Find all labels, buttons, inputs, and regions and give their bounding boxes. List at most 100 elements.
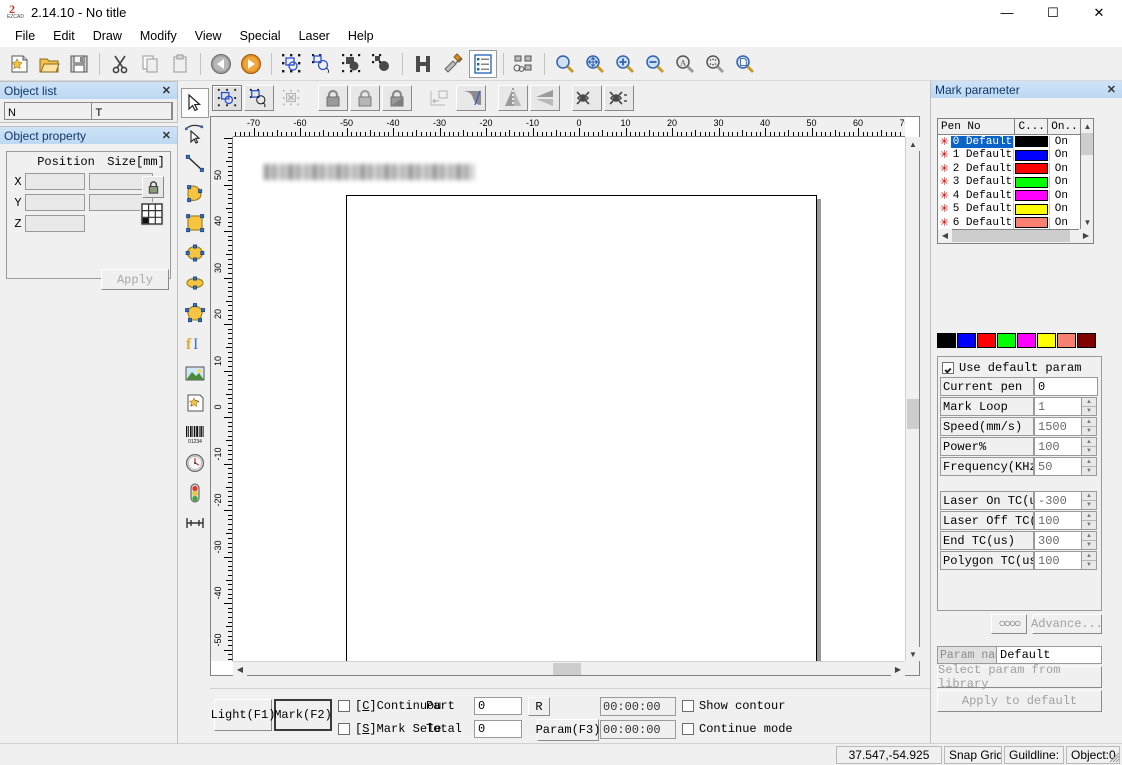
redo-icon[interactable] — [237, 50, 265, 78]
current-pen-input[interactable]: 0 — [1034, 377, 1098, 396]
object-list-close-icon[interactable]: ✕ — [160, 84, 173, 97]
pen-row-5[interactable]: ✳ 5 Default On — [938, 203, 1093, 217]
menu-item-file[interactable]: File — [6, 27, 44, 45]
position-x-input[interactable] — [25, 173, 85, 190]
palette-swatch-7[interactable] — [1077, 333, 1096, 348]
zoom-selected-icon[interactable] — [701, 50, 729, 78]
status-snap-grid[interactable]: Snap Grid — [944, 745, 1002, 764]
output-port-tool[interactable] — [181, 508, 209, 538]
menu-item-help[interactable]: Help — [339, 27, 383, 45]
pen-list-horizontal-scrollbar[interactable]: ◀ ▶ — [937, 229, 1094, 244]
scroll-left-icon[interactable]: ◀ — [233, 662, 247, 676]
pen-list[interactable]: Pen No C... On.. ✳ 0 Default On ✳ 1 Default O… — [937, 118, 1094, 230]
pen-mark-enabled-icon[interactable]: ✳ — [938, 217, 951, 229]
show-contour-row[interactable]: Show contour — [682, 699, 785, 713]
curve-tool[interactable] — [181, 178, 209, 208]
save-file-icon[interactable] — [65, 50, 93, 78]
mark-select-checkbox[interactable] — [338, 723, 350, 735]
continue-mode-checkbox[interactable] — [682, 723, 694, 735]
rectangle-tool[interactable] — [181, 208, 209, 238]
zoom-in-icon[interactable] — [611, 50, 639, 78]
redacted-text-object[interactable] — [264, 164, 474, 180]
pen-mark-enabled-icon[interactable]: ✳ — [938, 136, 951, 148]
scroll-right-icon[interactable]: ▶ — [891, 662, 905, 676]
pen-row-1[interactable]: ✳ 1 Default On — [938, 149, 1093, 163]
mark-parameter-close-icon[interactable]: ✕ — [1105, 83, 1118, 96]
mirror-horizontal-icon[interactable] — [530, 85, 560, 111]
pen-scroll-down-icon[interactable]: ▼ — [1081, 215, 1093, 229]
pen-color-cell-0[interactable] — [1014, 136, 1049, 148]
use-default-param-row[interactable]: Use default param — [938, 357, 1101, 377]
node-edit-tool[interactable] — [181, 118, 209, 148]
palette-swatch-1[interactable] — [957, 333, 976, 348]
palette-swatch-4[interactable] — [1017, 333, 1036, 348]
frequency-input[interactable]: 50 — [1034, 457, 1082, 476]
pen-row-3[interactable]: ✳ 3 Default On — [938, 176, 1093, 190]
object-list-grid[interactable]: N T — [4, 102, 173, 120]
select-arrow-tool[interactable] — [181, 88, 209, 118]
palette-swatch-5[interactable] — [1037, 333, 1056, 348]
text-tool[interactable]: f I — [181, 328, 209, 358]
vector-file-tool[interactable] — [181, 388, 209, 418]
network-icon[interactable] — [510, 50, 538, 78]
drawing-canvas[interactable] — [234, 138, 905, 661]
pen-scroll-thumb[interactable] — [1081, 133, 1093, 155]
resize-grip-icon[interactable] — [1108, 751, 1120, 763]
lock-open-icon[interactable] — [350, 85, 380, 111]
continue-mode-row[interactable]: Continue mode — [682, 722, 793, 736]
menu-item-laser[interactable]: Laser — [290, 27, 339, 45]
ellipse-tool[interactable] — [181, 238, 209, 268]
object-property-close-icon[interactable]: ✕ — [160, 129, 173, 142]
palette-swatch-2[interactable] — [977, 333, 996, 348]
wobble-icon[interactable]: ○○○○ — [991, 614, 1027, 634]
pen-row-2[interactable]: ✳ 2 Default On — [938, 162, 1093, 176]
combine-icon[interactable] — [338, 50, 366, 78]
select-param-from-library-button[interactable]: Select param from library — [937, 663, 1102, 691]
use-default-param-checkbox[interactable] — [942, 362, 954, 374]
pen-mark-enabled-icon[interactable]: ✳ — [938, 149, 951, 161]
mark-loop-input[interactable]: 1 — [1034, 397, 1082, 416]
menu-item-edit[interactable]: Edit — [44, 27, 84, 45]
minimize-button[interactable]: — — [984, 0, 1030, 25]
pen-scroll-up-icon[interactable]: ▲ — [1081, 119, 1093, 133]
apply-button[interactable]: Apply — [101, 269, 169, 290]
polygon-tc-input[interactable]: 100 — [1034, 551, 1082, 570]
pen-column-color[interactable]: C... — [1015, 119, 1049, 134]
hatch-icon[interactable] — [409, 50, 437, 78]
group-icon[interactable] — [278, 50, 306, 78]
menu-item-modify[interactable]: Modify — [131, 27, 186, 45]
polygon-tool[interactable] — [181, 298, 209, 328]
reset-button[interactable]: R — [528, 697, 550, 716]
light-button[interactable]: Light(F1) — [211, 699, 275, 731]
continuous-checkbox[interactable] — [338, 700, 350, 712]
anchor-grid-icon[interactable] — [140, 202, 164, 226]
menu-item-special[interactable]: Special — [231, 27, 290, 45]
copy-icon[interactable] — [136, 50, 164, 78]
part-count-input[interactable]: 0 — [474, 697, 522, 715]
undo-icon[interactable] — [207, 50, 235, 78]
palette-swatch-3[interactable] — [997, 333, 1016, 348]
paste-icon[interactable] — [166, 50, 194, 78]
input-port-tool[interactable] — [181, 478, 209, 508]
lock-closed-icon[interactable] — [318, 85, 348, 111]
pen-mark-enabled-icon[interactable]: ✳ — [938, 163, 951, 175]
palette-swatch-0[interactable] — [937, 333, 956, 348]
mark-loop-spinner[interactable]: ▲ ▼ — [1082, 397, 1097, 416]
scroll-down-icon[interactable]: ▼ — [906, 647, 920, 661]
frequency-spinner[interactable]: ▲ ▼ — [1082, 457, 1097, 476]
lock-partial-icon[interactable] — [382, 85, 412, 111]
vertical-scroll-thumb[interactable] — [907, 399, 919, 429]
new-file-icon[interactable] — [5, 50, 33, 78]
palette-swatch-6[interactable] — [1057, 333, 1076, 348]
horizontal-ruler[interactable]: -70 -60 -50 -40 -30 -20 -10 0 10 20 30 40 50 60 70 — [233, 117, 905, 137]
options-icon[interactable] — [439, 50, 467, 78]
pen-row-4[interactable]: ✳ 4 Default On — [938, 189, 1093, 203]
pen-color-cell-5[interactable] — [1014, 203, 1049, 215]
pen-color-cell-4[interactable] — [1014, 190, 1049, 202]
maximize-button[interactable]: ☐ — [1030, 0, 1076, 25]
laser-off-tc-spinner[interactable]: ▲ ▼ — [1082, 511, 1097, 530]
zoom-all-icon[interactable]: A — [671, 50, 699, 78]
pen-mark-enabled-icon[interactable]: ✳ — [938, 176, 951, 188]
to-origin-icon[interactable] — [424, 85, 454, 111]
barcode-tool[interactable]: 01234 — [181, 418, 209, 448]
